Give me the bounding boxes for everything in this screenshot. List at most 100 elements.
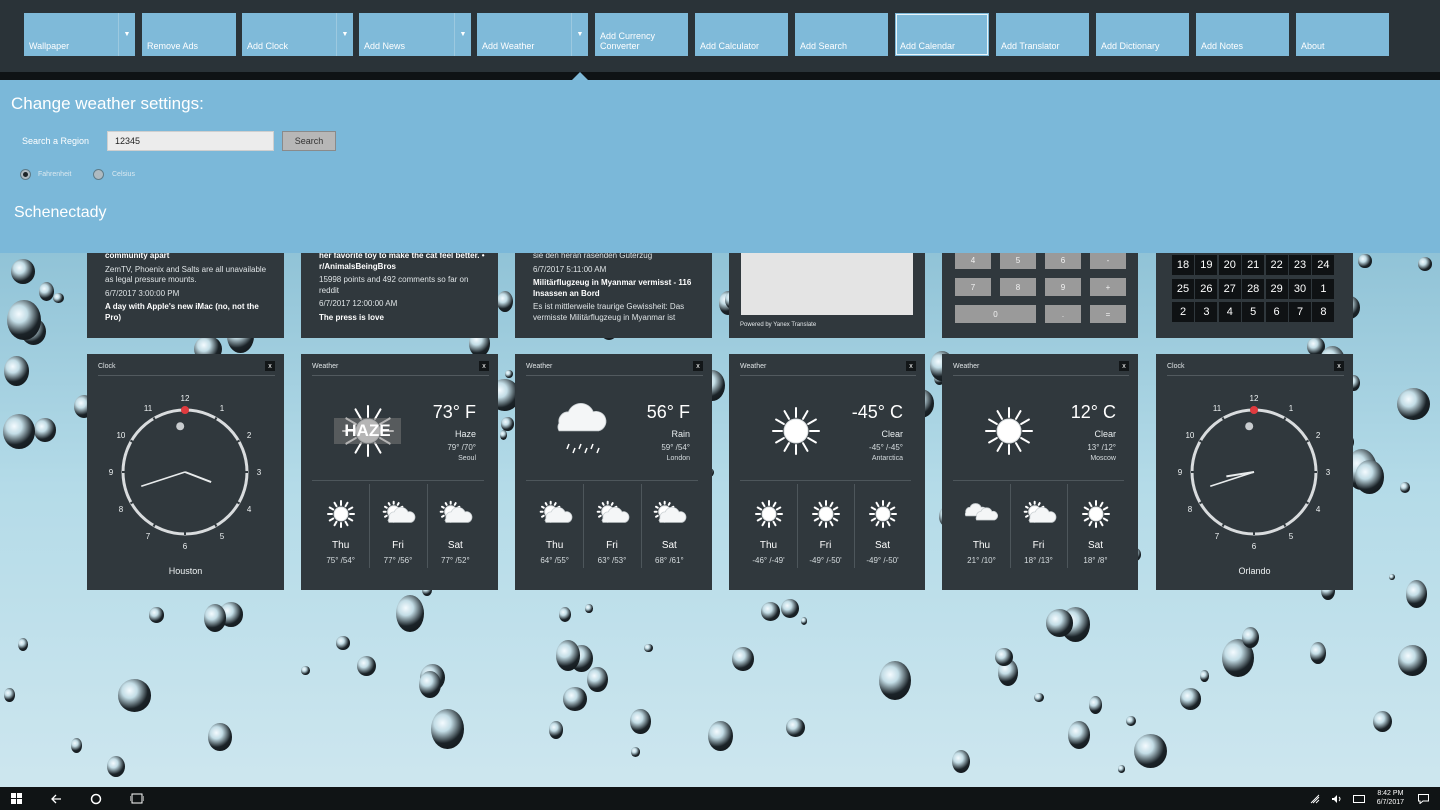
add-dictionary-button[interactable]: Add Dictionary [1096,13,1189,56]
calendar-day[interactable]: 26 [1195,278,1218,299]
search-region-label: Search a Region [22,136,90,146]
calendar-day[interactable]: 30 [1289,278,1311,299]
forecast-day-name: Sat [447,540,463,551]
windows-start-icon[interactable] [8,791,24,806]
calendar-day[interactable]: 18 [1172,255,1194,275]
calendar-day[interactable]: 20 [1218,255,1241,275]
add-weather-button[interactable]: Add Weather [477,13,571,56]
volume-icon[interactable] [1330,791,1342,806]
add-news-label: Add News [364,41,406,51]
calendar-day[interactable]: 23 [1289,255,1311,275]
weather-city: Antarctica [871,455,903,462]
calendar-day[interactable]: 6 [1265,302,1288,322]
calendar-day[interactable]: 19 [1195,255,1218,275]
calendar-day[interactable]: 1 [1312,278,1335,299]
news-headline[interactable]: A day with Apple's new iMac (no, not the… [105,302,274,323]
calendar-day[interactable]: 25 [1172,278,1194,299]
add-calendar-button[interactable]: Add Calendar [895,13,989,56]
calendar-day[interactable]: 28 [1242,278,1265,299]
network-icon[interactable] [1309,791,1321,806]
calendar-day[interactable]: 3 [1195,302,1218,322]
raindrop [1354,459,1385,494]
raindrop [1405,580,1427,608]
fahrenheit-radio[interactable] [20,169,31,180]
calculator-key[interactable]: 4 [955,251,991,269]
calendar-day[interactable]: 22 [1265,255,1288,275]
calendar-day[interactable]: 7 [1289,302,1311,322]
back-arrow-icon[interactable] [48,791,64,806]
raindrop [1200,670,1210,683]
calendar-day[interactable]: 24 [1312,255,1335,275]
clock-number: 12 [1250,394,1259,403]
calendar-day[interactable]: 27 [1218,278,1241,299]
add-currency-converter-button[interactable]: Add Currency Converter [595,13,688,56]
panel-title: Change weather settings: [11,94,204,113]
keyboard-icon[interactable] [1352,791,1366,806]
cortana-circle-icon[interactable] [88,791,104,806]
forecast-temperatures: 68° /61° [655,556,684,565]
calculator-key[interactable]: 5 [1000,251,1036,269]
wallpaper-dropdown-icon[interactable]: ▼ [118,13,135,56]
task-view-icon[interactable] [129,791,145,806]
add-search-button[interactable]: Add Search [795,13,888,56]
forecast-day-name: Thu [759,540,778,551]
close-icon[interactable]: x [906,361,916,371]
calendar-day[interactable]: 21 [1242,255,1265,275]
news-headline[interactable]: The press is love [319,313,488,324]
high-low-temperature: 79° /70° [447,443,476,452]
add-translator-button[interactable]: Add Translator [996,13,1089,56]
about-button[interactable]: About [1296,13,1389,56]
add-news-dropdown-icon[interactable]: ▼ [454,13,471,56]
add-clock-button[interactable]: Add Clock [242,13,336,56]
calculator-key[interactable]: - [1090,251,1126,269]
news-list[interactable]: sie den heran rasenden Güterzug 6/7/2017 … [533,251,702,323]
calendar-day[interactable]: 4 [1218,302,1241,322]
add-news-button[interactable]: Add News [359,13,454,56]
fahrenheit-label: Fahrenheit [38,171,72,178]
news-list[interactable]: her favorite toy to make the cat feel be… [319,251,488,323]
translation-output[interactable] [741,250,913,315]
celsius-radio[interactable] [93,169,104,180]
calculator-key[interactable]: 8 [1000,278,1036,296]
calculator-key[interactable]: + [1090,278,1126,296]
calculator-key[interactable]: 0 [955,305,1036,323]
news-headline[interactable]: Militärflugzeug in Myanmar vermisst - 11… [533,278,702,299]
cloud-icon [557,403,607,432]
close-icon[interactable]: x [1119,361,1129,371]
search-region-input[interactable] [107,131,274,151]
calendar-day[interactable]: 8 [1312,302,1335,322]
sun-icon [811,500,840,528]
forecast-temperatures: -46° /-49' [752,556,785,565]
calendar-day[interactable]: 29 [1265,278,1288,299]
calendar-day[interactable]: 5 [1242,302,1265,322]
calendar-day[interactable]: 2 [1172,302,1194,322]
add-notes-button[interactable]: Add Notes [1196,13,1289,56]
close-icon[interactable]: x [1334,361,1344,371]
calculator-key[interactable]: 9 [1045,278,1081,296]
calculator-key[interactable]: 6 [1045,251,1081,269]
top-toolbar: Wallpaper ▼ Remove Ads Add Clock ▼ Add N… [0,0,1440,72]
add-weather-dropdown-icon[interactable]: ▼ [571,13,588,56]
forecast-day: Sat 77° /52° [427,484,484,568]
calculator-key[interactable]: = [1090,305,1126,323]
remove-ads-button[interactable]: Remove Ads [142,13,236,56]
forecast-day: Thu 21° /10° [953,484,1010,568]
close-icon[interactable]: x [479,361,489,371]
forecast-temperatures: 18° /8° [1083,556,1108,565]
add-clock-dropdown-icon[interactable]: ▼ [336,13,353,56]
calculator-key[interactable]: . [1045,305,1081,323]
news-list[interactable]: community apart ZemTV, Phoenix and Salts … [105,251,274,323]
calculator-key[interactable]: 7 [955,278,991,296]
action-center-icon[interactable] [1416,791,1430,806]
tray-clock[interactable]: 8:42 PM 6/7/2017 [1377,789,1404,807]
divider [1010,484,1011,568]
raindrop [562,687,587,711]
news-headline[interactable]: her favorite toy to make the cat feel be… [319,251,488,272]
sun-icon [985,407,1033,455]
add-calculator-button[interactable]: Add Calculator [695,13,788,56]
close-icon[interactable]: x [265,361,275,371]
close-icon[interactable]: x [693,361,703,371]
wallpaper-button[interactable]: Wallpaper [24,13,118,56]
raindrop [1179,688,1201,710]
search-button[interactable]: Search [282,131,336,151]
